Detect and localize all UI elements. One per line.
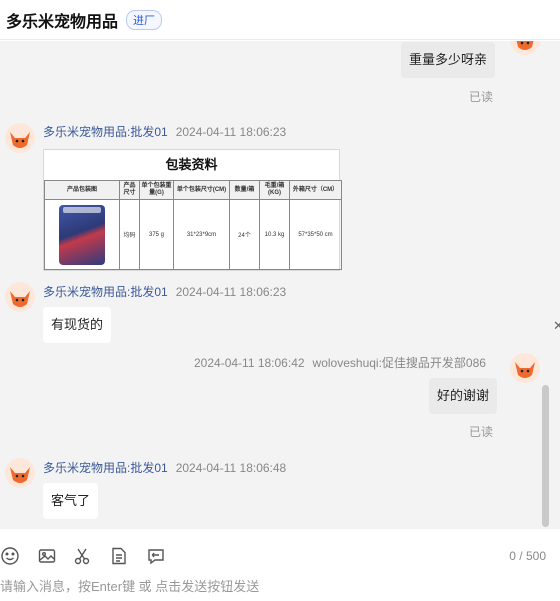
seller-avatar[interactable] — [5, 123, 35, 153]
scissors-icon[interactable] — [72, 546, 92, 566]
message-meta: 多乐米宠物用品:批发01 2024-04-11 18:06:23 — [43, 123, 286, 140]
fox-avatar-icon — [5, 458, 35, 488]
table-header: 产品尺寸 — [119, 180, 140, 200]
table-header: 单个包装重量(G) — [139, 180, 174, 200]
table-cell: 375 g — [139, 199, 174, 270]
char-counter: 0 / 500 — [509, 549, 546, 563]
fox-avatar-icon — [510, 41, 540, 55]
package-table: 产品包装图 产品尺寸 单个包装重量(G) 单个包装尺寸(CM) 数量/箱 毛重/… — [44, 180, 342, 270]
image-icon[interactable] — [37, 546, 57, 566]
table-header: 产品包装图 — [44, 180, 120, 200]
message-time: 2024-04-11 18:06:48 — [175, 461, 287, 475]
table-cell: 31*23*9cm — [173, 199, 230, 270]
message-input[interactable] — [0, 574, 560, 598]
message-time: 2024-04-11 18:06:42 — [194, 356, 305, 370]
sender-name[interactable]: 多乐米宠物用品:批发01 — [43, 461, 168, 475]
table-cell: 24个 — [229, 199, 260, 270]
table-cell: 均码 — [119, 199, 140, 270]
self-avatar[interactable] — [510, 353, 540, 383]
message-bubble-self[interactable]: 重量多少呀亲 — [401, 42, 496, 78]
quick-reply-icon[interactable] — [146, 546, 166, 566]
input-toolbar: 0 / 500 — [0, 530, 560, 580]
document-icon[interactable] — [109, 546, 129, 566]
message-meta: 2024-04-11 18:06:42 woloveshuqi:促佳搜品开发部08… — [194, 354, 486, 371]
fox-avatar-icon — [5, 282, 35, 312]
message-time: 2024-04-11 18:06:23 — [175, 285, 287, 299]
product-photo-cell — [44, 199, 120, 270]
message-bubble-seller[interactable]: 有现货的 — [43, 307, 112, 343]
message-bubble-self[interactable]: 好的谢谢 — [429, 378, 498, 414]
message-bubble-seller[interactable]: 客气了 — [43, 483, 99, 519]
message-input-area[interactable] — [0, 574, 560, 601]
shop-name[interactable]: 多乐米宠物用品 — [6, 8, 118, 32]
emoji-icon[interactable] — [0, 546, 20, 566]
read-status: 已读 — [469, 425, 494, 439]
self-avatar — [510, 41, 540, 55]
seller-avatar[interactable] — [5, 282, 35, 312]
message-meta: 多乐米宠物用品:批发01 2024-04-11 18:06:48 — [43, 459, 286, 476]
close-icon[interactable]: ✕ — [553, 318, 560, 334]
message-meta: 多乐米宠物用品:批发01 2024-04-11 18:06:23 — [43, 283, 286, 300]
sender-name[interactable]: 多乐米宠物用品:批发01 — [43, 285, 168, 299]
chat-messages[interactable]: 重量多少呀亲 已读 多乐米宠物用品:批发01 2024-04-11 18:06:2… — [0, 41, 560, 529]
seller-avatar[interactable] — [5, 458, 35, 488]
chat-header: 多乐米宠物用品 进厂 — [0, 0, 560, 40]
package-info-image[interactable]: 包装资料 产品包装图 产品尺寸 单个包装重量(G) 单个包装尺寸(CM) 数量/… — [43, 149, 342, 271]
table-header: 单个包装尺寸(CM) — [173, 180, 230, 200]
sender-name[interactable]: 多乐米宠物用品:批发01 — [43, 125, 168, 139]
table-cell: 57*35*50 cm — [289, 199, 342, 270]
enter-factory-badge[interactable]: 进厂 — [126, 9, 163, 30]
table-header: 数量/箱 — [229, 180, 260, 200]
fox-avatar-icon — [5, 123, 35, 153]
package-title: 包装资料 — [165, 157, 218, 172]
read-status: 已读 — [469, 90, 494, 104]
fox-avatar-icon — [510, 353, 540, 383]
message-time: 2024-04-11 18:06:23 — [175, 125, 287, 139]
table-header: 毛重/箱(KG) — [259, 180, 290, 200]
chat-scrollbar[interactable] — [542, 385, 549, 527]
table-cell: 10.3 kg — [259, 199, 290, 270]
table-header: 外箱尺寸（CM） — [289, 180, 342, 200]
pet-bag-product-image — [59, 204, 105, 265]
sender-name[interactable]: woloveshuqi:促佳搜品开发部086 — [313, 356, 486, 370]
